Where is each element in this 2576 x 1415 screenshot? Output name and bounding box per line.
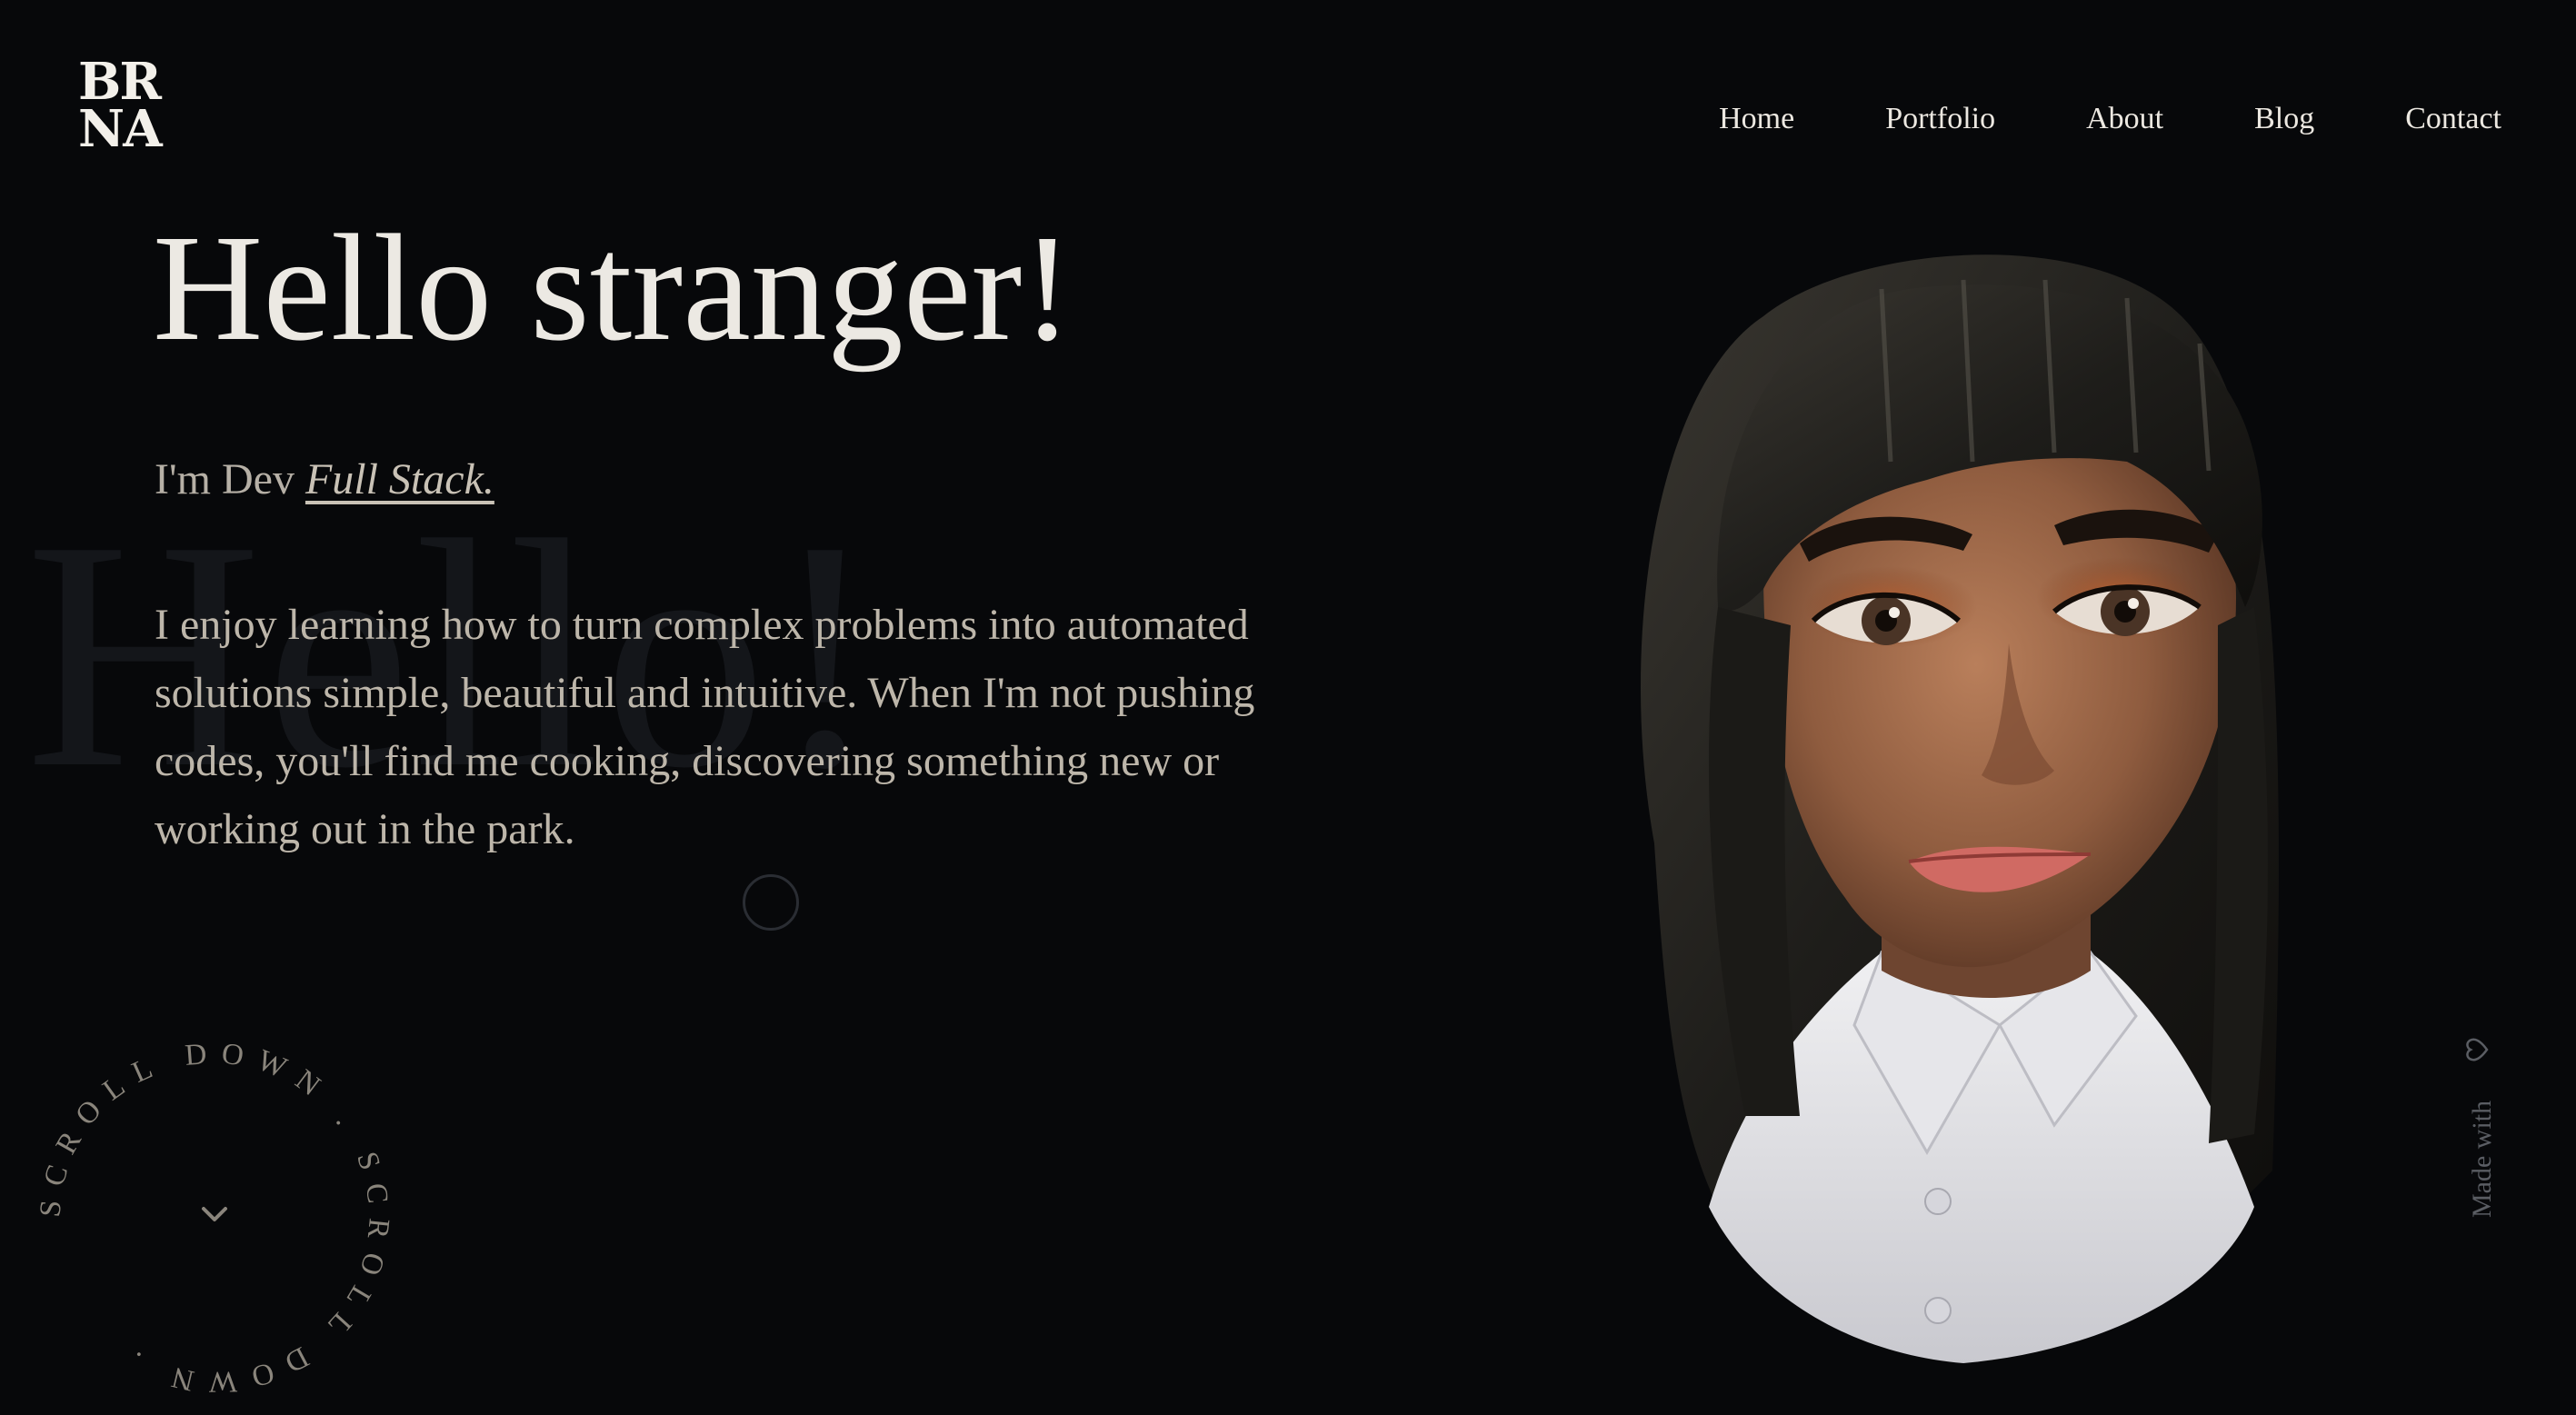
scroll-down-ring: SCROLL DOWN . SCROLL DOWN .: [34, 1037, 382, 1398]
nav-about[interactable]: About: [2086, 102, 2163, 136]
nav-contact[interactable]: Contact: [2405, 102, 2501, 136]
logo[interactable]: BR NA: [78, 56, 169, 159]
intro-line: I'm Dev Full Stack.: [155, 454, 494, 504]
avatar-illustration: [1641, 254, 2279, 1363]
chevron-down-icon: [202, 1207, 227, 1221]
nav-portfolio[interactable]: Portfolio: [1885, 102, 1995, 136]
cursor-ring: [743, 874, 799, 931]
avatar-3d-portrait: [1582, 207, 2381, 1370]
made-with-label: Made with: [2467, 1100, 2497, 1218]
intro-role-link[interactable]: Full Stack.: [305, 455, 494, 503]
logo-line-2: NA: [78, 99, 163, 159]
main-nav: Home Portfolio About Blog Contact: [1628, 102, 2501, 136]
hero-title: Hello stranger!: [153, 204, 1073, 373]
nav-blog[interactable]: Blog: [2254, 102, 2314, 136]
made-with-badge: Made with: [2454, 1036, 2509, 1218]
nav-home[interactable]: Home: [1719, 102, 1794, 136]
scroll-down-indicator[interactable]: SCROLL DOWN . SCROLL DOWN .: [24, 1027, 405, 1409]
bio-paragraph: I enjoy learning how to turn complex pro…: [155, 601, 1255, 853]
page: BR NA Home Portfolio About Blog Contact …: [0, 0, 2576, 1415]
intro-prefix: I'm Dev: [155, 455, 305, 503]
